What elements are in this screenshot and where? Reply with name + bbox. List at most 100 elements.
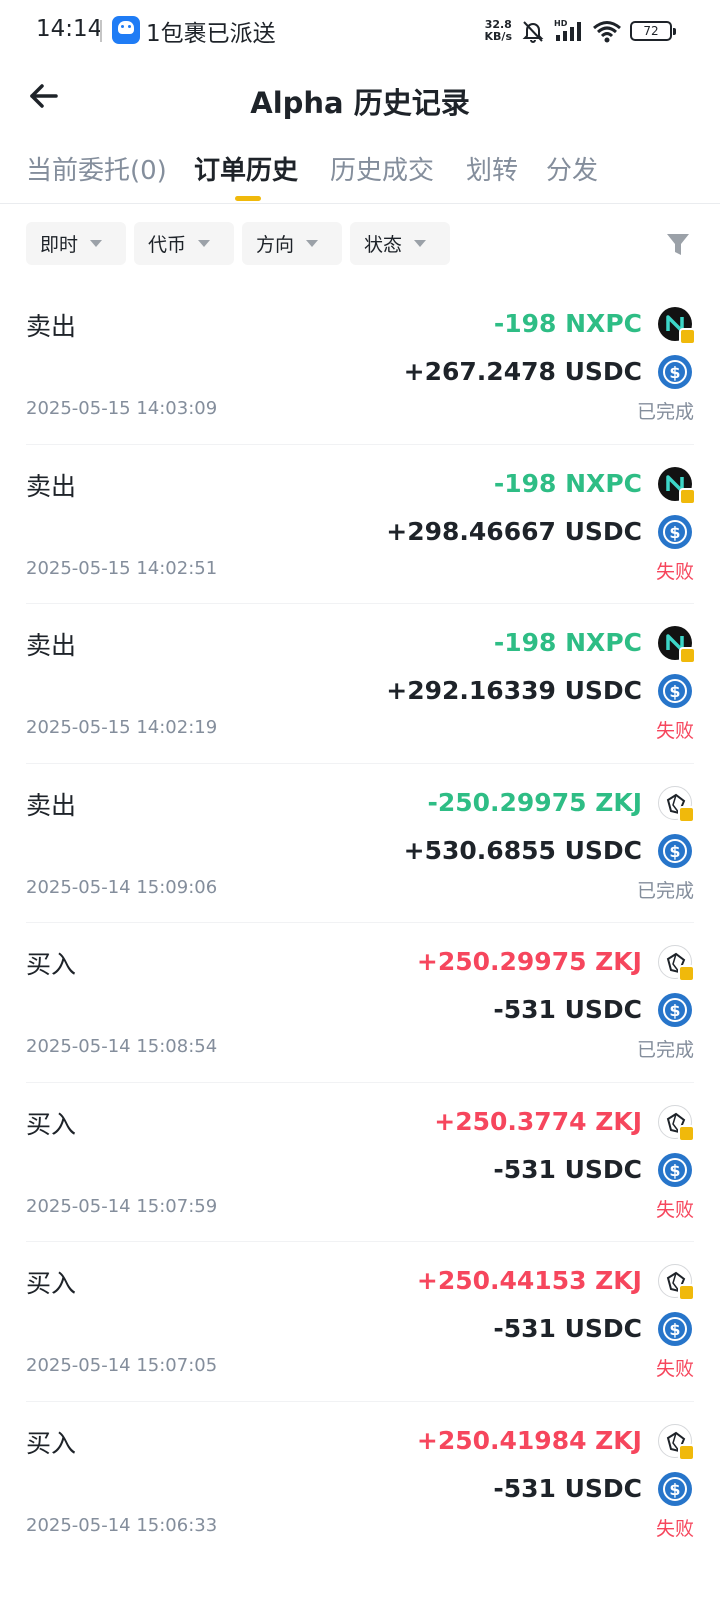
svg-text:$: $ [669,523,680,542]
order-side: 买入 [26,950,77,979]
filter-direction-dropdown[interactable]: 方向 [242,222,342,265]
filter-status-dropdown[interactable]: 状态 [350,222,450,265]
order-side: 卖出 [26,790,77,820]
order-token-amount: +250.41984 ZKJ [416,1425,642,1455]
network-speed: 32.8 KB/s [485,19,512,43]
bnb-chain-badge-icon [678,1124,695,1142]
bnb-chain-badge-icon [678,805,695,823]
usdc-coin-icon: $ [658,674,692,708]
usdc-coin-icon: $ [658,1152,692,1187]
zkj-coin-icon [658,945,695,982]
order-side: 卖出 [26,312,77,341]
order-time: 2025-05-15 14:02:19 [26,717,218,738]
filter-token-dropdown[interactable]: 代币 [134,222,234,265]
bnb-chain-badge-icon [679,328,696,345]
order-usdc-amount: +292.16339 USDC [386,676,642,705]
order-row[interactable]: 买入 +250.41984 ZKJ -531 USDC $2025-05-14 15:… [26,1402,695,1562]
tab-order-history[interactable]: 订单历史 [194,150,298,187]
bnb-chain-badge-icon [679,487,696,505]
zkj-coin-icon [658,1264,695,1301]
order-side: 卖出 [26,471,77,501]
filter-time-label: 即时 [40,234,79,256]
usdc-coin-icon: $ [658,993,692,1027]
order-side: 买入 [26,1109,77,1139]
status-bar: 14:14 1包裹已派送 32.8 KB/s HD 72 [0,0,720,62]
order-usdc-amount: -531 USDC [493,995,642,1024]
order-row[interactable]: 卖出 -198 NXPC +292.16339 USDC $2025-05-15 14… [26,604,696,764]
order-row[interactable]: 卖出 -198 NXPC +298.46667 USDC $2025-05-15 14… [26,445,696,604]
zkj-coin-icon [658,1104,695,1142]
usdc-coin-icon: $ [658,355,692,389]
order-time: 2025-05-14 15:07:59 [26,1195,218,1217]
delivery-app-icon [112,16,140,44]
tab-trade-history[interactable]: 历史成交 [330,150,434,187]
order-time: 2025-05-15 14:03:09 [26,398,218,419]
order-row[interactable]: 买入 +250.44153 ZKJ -531 USDC $2025-05-14 15:… [26,1242,695,1402]
usdc-coin-icon: $ [658,1312,692,1346]
order-side: 买入 [26,1269,77,1298]
bnb-chain-badge-icon [678,1284,695,1301]
usdc-coin-icon: $ [658,833,692,868]
network-speed-unit: KB/s [484,30,512,43]
order-token-amount: +250.44153 ZKJ [416,1266,642,1295]
order-token-amount: -198 NXPC [493,628,642,657]
order-status: 已完成 [636,879,694,902]
order-usdc-amount: +530.6855 USDC [403,835,642,865]
nxpc-coin-icon [658,466,696,505]
zkj-coin-icon [658,785,695,823]
order-token-amount: +250.29975 ZKJ [416,947,642,976]
tab-distribution[interactable]: 分发 [546,150,598,187]
zkj-coin-icon [658,1423,695,1461]
status-time: 14:14 [36,16,103,42]
wifi-icon [593,21,621,43]
filter-bar: 即时 代币 方向 状态 [0,222,720,266]
caret-down-icon [306,240,319,247]
order-row[interactable]: 买入 +250.29975 ZKJ -531 USDC $2025-05-14 15:… [26,923,695,1083]
order-status: 已完成 [636,1039,694,1061]
order-row[interactable]: 卖出 -250.29975 ZKJ +530.6855 USDC $2025-05-1… [26,764,695,923]
order-status: 失败 [655,1358,694,1380]
filter-time-dropdown[interactable]: 即时 [26,222,126,265]
app-header: Alpha 历史记录 [0,62,720,134]
tab-open-orders[interactable]: 当前委托(0) [26,150,167,187]
order-usdc-amount: +267.2478 USDC [403,357,642,386]
svg-text:$: $ [669,842,680,861]
cellular-signal-icon: HD [554,19,581,41]
svg-text:$: $ [669,1480,680,1499]
order-row[interactable]: 卖出 -198 NXPC +267.2478 USDC $2025-05-15 14:… [26,285,696,445]
status-notification-text: 1包裹已派送 [146,21,276,47]
order-status: 失败 [655,1198,694,1221]
order-usdc-amount: +298.46667 USDC [386,516,642,546]
order-side: 卖出 [26,631,77,660]
active-tab-indicator [235,196,261,201]
order-time: 2025-05-14 15:08:54 [26,1036,218,1057]
usdc-coin-icon: $ [658,514,692,549]
status-divider [100,20,102,42]
tab-transfer[interactable]: 划转 [466,150,518,187]
nxpc-coin-icon [658,626,696,664]
battery-icon: 72 [630,21,676,41]
order-status: 已完成 [636,401,694,423]
filter-status-label: 状态 [364,234,403,256]
filter-token-label: 代币 [148,234,187,256]
order-usdc-amount: -531 USDC [493,1314,642,1343]
order-time: 2025-05-14 15:07:05 [26,1355,218,1376]
svg-text:HD: HD [554,19,568,28]
order-token-amount: +250.3774 ZKJ [434,1106,642,1136]
svg-text:$: $ [669,1001,680,1020]
order-time: 2025-05-14 15:06:33 [26,1514,218,1536]
bnb-chain-badge-icon [678,965,695,982]
svg-text:$: $ [669,682,680,701]
usdc-coin-icon: $ [658,1471,692,1506]
order-list: 卖出 -198 NXPC +267.2478 USDC $2025-05-15 14:… [0,285,720,1561]
order-row[interactable]: 买入 +250.3774 ZKJ -531 USDC $2025-05-14 15:0… [26,1083,695,1242]
tab-bar: 当前委托(0) 订单历史 历史成交 划转 分发 [0,140,720,204]
order-token-amount: -198 NXPC [493,468,642,498]
filter-direction-label: 方向 [256,234,295,256]
filter-button[interactable] [664,230,692,258]
status-right-group: 32.8 KB/s HD 72 [485,14,676,48]
order-status: 失败 [655,1517,694,1540]
caret-down-icon [198,240,211,247]
order-usdc-amount: -531 USDC [493,1154,642,1184]
order-time: 2025-05-14 15:09:06 [26,876,218,898]
